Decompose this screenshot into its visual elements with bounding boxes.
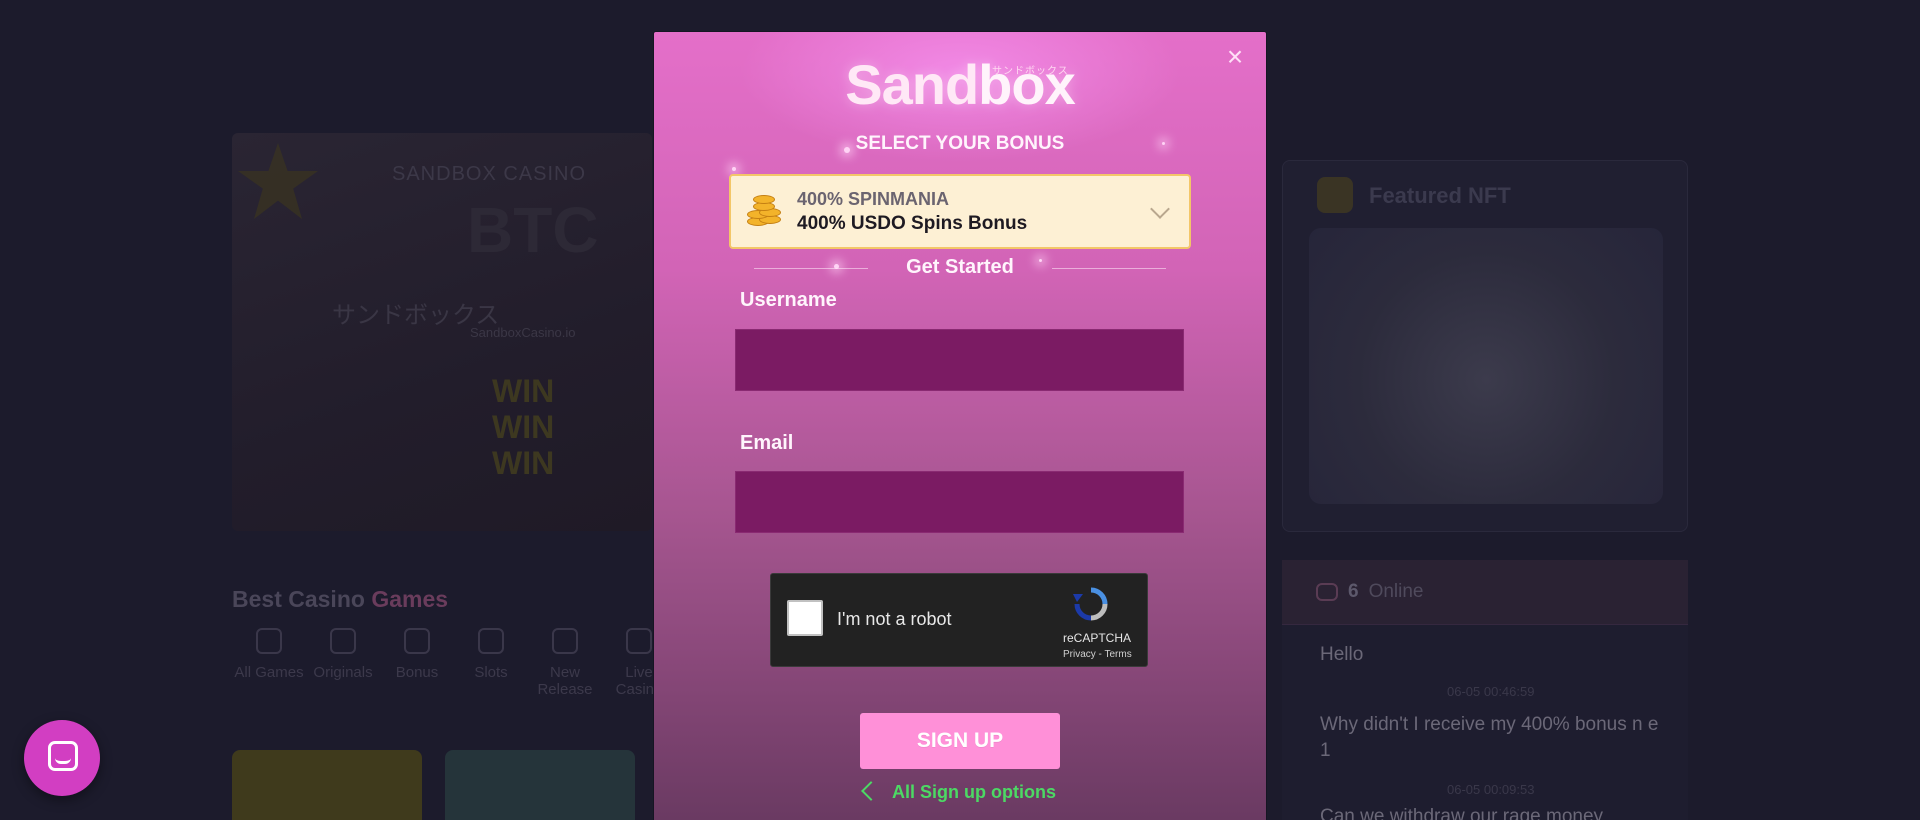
slots-icon: [478, 628, 504, 654]
username-input[interactable]: [735, 329, 1184, 391]
chat-timestamp: 06-05 00:09:53: [1447, 782, 1535, 797]
email-input[interactable]: [735, 471, 1184, 533]
sparkle-decoration: [732, 167, 736, 171]
star-icon: [238, 143, 318, 219]
originals-icon: [330, 628, 356, 654]
bonus-dropdown[interactable]: 400% SPINMANIA 400% USDO Spins Bonus: [729, 174, 1191, 249]
recaptcha-widget: I'm not a robot reCAPTCHA Privacy - Term…: [770, 573, 1148, 667]
signup-modal: × Sandbox サンドボックス SELECT YOUR BONUS 400%…: [654, 32, 1266, 820]
category-all-games[interactable]: All Games: [232, 628, 306, 698]
all-signup-options-link[interactable]: All Sign up options: [654, 781, 1266, 803]
users-icon: [1316, 583, 1338, 601]
email-label: Email: [740, 432, 794, 454]
featured-nft-panel: Featured NFT: [1282, 160, 1688, 532]
flame-icon: [552, 628, 578, 654]
chat-icon: [48, 741, 78, 771]
featured-title: Featured NFT: [1369, 183, 1511, 208]
captcha-label: I'm not a robot: [837, 609, 952, 629]
chat-message: Why didn't I receive my 400% bonus n e 1: [1320, 714, 1659, 761]
online-count: 6: [1348, 581, 1359, 602]
recaptcha-brand: reCAPTCHA: [1063, 631, 1132, 645]
chevron-down-icon: [1150, 198, 1170, 219]
chat-message: Can we withdraw our rage money: [1320, 806, 1604, 820]
captcha-checkbox[interactable]: [787, 600, 823, 636]
sandbox-logo: Sandbox: [845, 53, 1075, 116]
section-title: Best Casino Games: [232, 586, 449, 612]
chat-header: 6 Online: [1282, 560, 1688, 625]
chat-launcher-button[interactable]: [24, 720, 100, 796]
category-bonus[interactable]: Bonus: [380, 628, 454, 698]
recaptcha-links[interactable]: Privacy - Terms: [1063, 649, 1132, 660]
nft-icon: [1317, 177, 1353, 213]
select-bonus-title: SELECT YOUR BONUS: [855, 133, 1065, 154]
category-originals[interactable]: Originals: [306, 628, 380, 698]
featured-nft-image[interactable]: [1309, 228, 1663, 504]
online-label: Online: [1368, 581, 1424, 602]
banner-btc: BTC: [467, 194, 599, 266]
banner-title: SANDBOX CASINO: [392, 163, 587, 185]
chat-message: Hello: [1320, 644, 1364, 665]
grid-icon: [256, 628, 282, 654]
chat-timestamp: 06-05 00:46:59: [1447, 684, 1535, 699]
category-slots[interactable]: Slots: [454, 628, 528, 698]
get-started-heading: Get Started: [906, 256, 1014, 278]
category-bar: All Games Originals Bonus Slots New Rele…: [232, 628, 676, 698]
promo-banner: SANDBOX CASINO BTC サンドボックス SandboxCasino…: [232, 133, 652, 531]
category-new-release[interactable]: New Release: [528, 628, 602, 698]
chat-panel: 6 Online Hello 06-05 00:46:59 Why didn't…: [1282, 560, 1688, 820]
signup-button[interactable]: SIGN UP: [860, 713, 1060, 769]
game-thumbnail[interactable]: [445, 750, 635, 820]
bonus-description: 400% USDO Spins Bonus: [797, 213, 1028, 234]
banner-win-text: WIN WIN WIN: [492, 373, 555, 481]
game-thumbnail[interactable]: [232, 750, 422, 820]
banner-url: SandboxCasino.io: [470, 325, 576, 340]
chevron-left-icon: [861, 781, 881, 802]
recaptcha-icon: [1073, 587, 1108, 621]
live-icon: [626, 628, 652, 654]
username-label: Username: [740, 289, 837, 311]
coins-icon: [743, 194, 783, 229]
logo-jp-text: サンドボックス: [992, 66, 1069, 77]
bonus-name: 400% SPINMANIA: [797, 189, 950, 209]
money-bag-icon: [404, 628, 430, 654]
